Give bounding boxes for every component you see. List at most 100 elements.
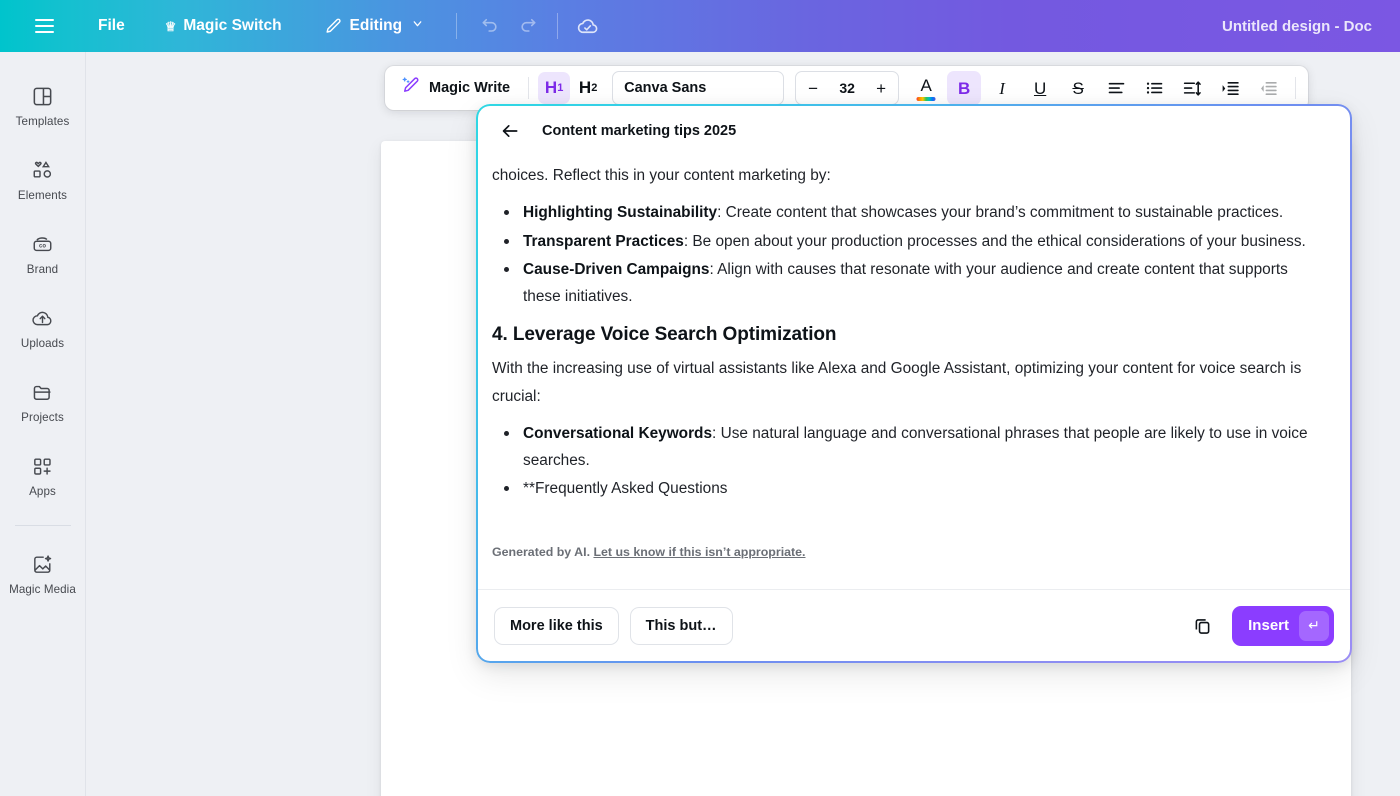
intro-paragraph: choices. Reflect this in your content ma…: [492, 162, 1324, 189]
uploads-icon: [30, 305, 56, 331]
list-item-bold: Conversational Keywords: [523, 425, 712, 442]
redo-icon[interactable]: [509, 7, 547, 45]
editing-label: Editing: [350, 17, 403, 35]
strikethrough-label: S: [1072, 80, 1083, 97]
indent-increase-icon[interactable]: [1213, 71, 1247, 105]
font-family-value: Canva Sans: [624, 80, 706, 96]
panel-footer: More like this This but… Insert ↵: [478, 589, 1350, 661]
sidebar-item-templates[interactable]: Templates: [6, 74, 80, 135]
magic-write-label: Magic Write: [429, 80, 510, 96]
text-formatting-toolbar: Magic Write H1 H2 Canva Sans − 32 + A B …: [385, 66, 1308, 110]
h2-label: H: [579, 78, 591, 98]
canva-editor-window: File ♕ Magic Switch Editing: [0, 0, 1400, 796]
voice-search-bullet-list: Conversational Keywords: Use natural lan…: [492, 420, 1324, 503]
list-item-bold: Highlighting Sustainability: [523, 204, 717, 221]
ai-disclaimer: Generated by AI. Let us know if this isn…: [492, 545, 806, 559]
h1-label: H: [545, 78, 557, 98]
panel-title: Content marketing tips 2025: [542, 123, 736, 139]
list-item: Conversational Keywords: Use natural lan…: [492, 420, 1324, 475]
h2-sub: 2: [591, 82, 597, 94]
templates-icon: [30, 83, 56, 109]
undo-icon[interactable]: [471, 7, 509, 45]
pencil-icon: [324, 17, 343, 36]
elements-icon: [30, 157, 56, 183]
list-item-rest: : Create content that showcases your bra…: [717, 204, 1283, 221]
sidebar-item-label: Elements: [18, 189, 67, 202]
text-color-label: A: [920, 77, 931, 94]
font-family-select[interactable]: Canva Sans: [612, 71, 784, 105]
copy-icon[interactable]: [1184, 608, 1220, 644]
sidebar-item-magic-media[interactable]: Magic Media: [6, 542, 80, 603]
bullet-list-icon[interactable]: [1137, 71, 1171, 105]
generated-content-body[interactable]: choices. Reflect this in your content ma…: [478, 156, 1350, 559]
underline-label: U: [1034, 80, 1046, 97]
section-heading: 4. Leverage Voice Search Optimization: [492, 324, 1324, 346]
list-item: Highlighting Sustainability: Create cont…: [492, 199, 1324, 226]
sustainability-bullet-list: Highlighting Sustainability: Create cont…: [492, 199, 1324, 310]
magic-pencil-icon: [400, 75, 421, 101]
sidebar-item-label: Uploads: [21, 337, 64, 350]
sidebar-item-elements[interactable]: Elements: [6, 148, 80, 209]
text-align-left-icon[interactable]: [1099, 71, 1133, 105]
hamburger-menu-icon[interactable]: [22, 0, 66, 52]
projects-folder-icon: [30, 379, 56, 405]
insert-label: Insert: [1248, 617, 1289, 634]
brand-icon: co: [30, 231, 56, 257]
sidebar-item-uploads[interactable]: Uploads: [6, 296, 80, 357]
cloud-check-icon[interactable]: [568, 7, 606, 45]
italic-label: I: [999, 80, 1005, 97]
font-size-increase-button[interactable]: +: [873, 80, 889, 97]
magic-write-button[interactable]: Magic Write: [393, 69, 519, 107]
italic-button[interactable]: I: [985, 71, 1019, 105]
sidebar-item-label: Projects: [21, 411, 64, 424]
text-color-button[interactable]: A: [909, 71, 943, 105]
heading-1-button[interactable]: H1: [538, 72, 570, 104]
editing-mode-button[interactable]: Editing: [314, 10, 435, 43]
magic-switch-label: Magic Switch: [183, 17, 281, 35]
panel-header: Content marketing tips 2025: [478, 106, 1350, 156]
insert-button[interactable]: Insert ↵: [1232, 606, 1334, 646]
top-header-bar: File ♕ Magic Switch Editing: [0, 0, 1400, 52]
back-arrow-icon[interactable]: [494, 115, 526, 147]
heading-2-button[interactable]: H2: [572, 72, 604, 104]
chevron-down-icon: [411, 17, 424, 35]
font-size-value[interactable]: 32: [839, 80, 855, 96]
bold-label: B: [958, 80, 970, 97]
svg-text:co: co: [39, 243, 46, 249]
ai-disclaimer-link[interactable]: Let us know if this isn’t appropriate.: [593, 545, 805, 559]
sidebar-item-brand[interactable]: co Brand: [6, 222, 80, 283]
magic-media-icon: [30, 551, 56, 577]
list-item: Transparent Practices: Be open about you…: [492, 228, 1324, 255]
list-item-rest: **Frequently Asked Questions: [523, 480, 727, 497]
indent-decrease-icon[interactable]: [1251, 71, 1285, 105]
list-item: **Frequently Asked Questions: [492, 475, 1324, 502]
sidebar-item-projects[interactable]: Projects: [6, 370, 80, 431]
toolbar-divider-right: [1295, 77, 1296, 99]
font-size-stepper: − 32 +: [795, 71, 899, 105]
strikethrough-button[interactable]: S: [1061, 71, 1095, 105]
color-swatch-bar: [917, 97, 936, 101]
more-like-this-button[interactable]: More like this: [494, 607, 619, 645]
sidebar-item-label: Brand: [27, 263, 58, 276]
sidebar-item-apps[interactable]: Apps: [6, 444, 80, 505]
header-divider: [456, 13, 457, 39]
voice-search-paragraph: With the increasing use of virtual assis…: [492, 355, 1324, 410]
footer-actions: Insert ↵: [1184, 606, 1334, 646]
sidebar-item-label: Apps: [29, 485, 56, 498]
sidebar-item-label: Magic Media: [9, 583, 76, 596]
magic-switch-button[interactable]: ♕ Magic Switch: [155, 10, 292, 42]
bold-button[interactable]: B: [947, 71, 981, 105]
left-sidebar-rail: Templates Elements co Bran: [0, 52, 86, 796]
ai-disclaimer-prefix: Generated by AI.: [492, 545, 593, 559]
line-spacing-icon[interactable]: [1175, 71, 1209, 105]
this-but-button[interactable]: This but…: [630, 607, 733, 645]
underline-button[interactable]: U: [1023, 71, 1057, 105]
toolbar-divider: [528, 77, 529, 99]
magic-write-result-panel: Content marketing tips 2025 choices. Ref…: [478, 106, 1350, 661]
list-item-rest: : Be open about your production processe…: [684, 233, 1306, 250]
document-title[interactable]: Untitled design - Doc: [1222, 18, 1372, 35]
font-size-decrease-button[interactable]: −: [805, 80, 821, 97]
crown-icon: ♕: [165, 20, 177, 33]
file-menu-button[interactable]: File: [88, 10, 135, 42]
header-divider-2: [557, 13, 558, 39]
